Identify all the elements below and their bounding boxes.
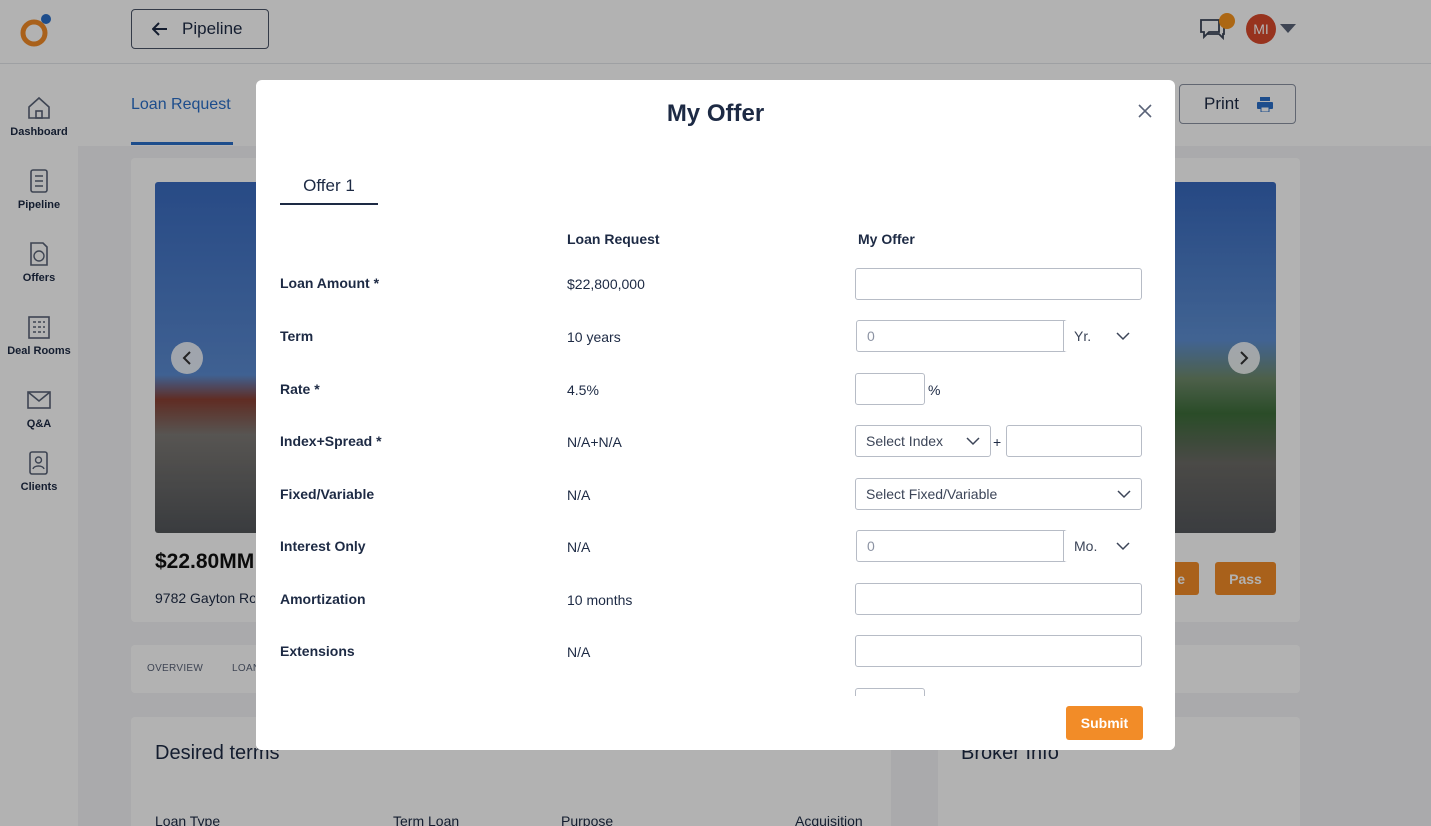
- interest-only-input[interactable]: 0: [867, 538, 875, 554]
- close-icon[interactable]: [1136, 102, 1154, 120]
- form-row-index-spread: Index+Spread * N/A+N/A Select Index +: [256, 425, 1175, 473]
- extensions-input[interactable]: [855, 635, 1142, 667]
- next-field-input[interactable]: [855, 688, 925, 696]
- rate-input[interactable]: [855, 373, 925, 405]
- modal-footer: Submit: [256, 696, 1175, 750]
- chevron-down-icon: [1117, 490, 1131, 499]
- column-header-loan-request: Loan Request: [567, 231, 660, 247]
- column-header-my-offer: My Offer: [858, 231, 915, 247]
- field-label: Term: [280, 328, 314, 344]
- form-row-rate: Rate * 4.5% %: [256, 373, 1175, 421]
- form-row-loan-amount: Loan Amount * $22,800,000: [256, 268, 1175, 315]
- form-row-amortization: Amortization 10 months: [256, 583, 1175, 631]
- field-label: Extensions: [280, 643, 355, 659]
- loan-request-value: N/A: [567, 487, 591, 503]
- offer-form[interactable]: Loan Amount * $22,800,000 Term 10 years …: [256, 260, 1175, 696]
- loan-amount-input[interactable]: [855, 268, 1142, 300]
- plus-sign: +: [993, 434, 1002, 450]
- modal-title: My Offer: [666, 100, 765, 127]
- field-label: Rate *: [280, 381, 320, 397]
- loan-request-value: $22,800,000: [567, 276, 645, 292]
- fixed-variable-select[interactable]: Select Fixed/Variable: [855, 478, 1142, 510]
- field-label: Fixed/Variable: [280, 486, 375, 502]
- loan-request-value: 10 months: [567, 592, 633, 608]
- fixed-variable-value: Select Fixed/Variable: [866, 486, 998, 502]
- my-offer-modal: My Offer Offer 1 Loan Request My Offer L…: [256, 80, 1175, 750]
- term-input-group: 0 Yr.: [856, 320, 1142, 352]
- percent-suffix: %: [928, 382, 941, 398]
- chevron-down-icon: [1116, 542, 1130, 551]
- term-unit-value: Yr.: [1074, 328, 1092, 344]
- loan-request-value: N/A: [567, 644, 591, 660]
- form-row-fixed-variable: Fixed/Variable N/A Select Fixed/Variable: [256, 478, 1175, 526]
- form-row-term: Term 10 years 0 Yr.: [256, 320, 1175, 368]
- loan-request-value: 4.5%: [567, 382, 599, 398]
- interest-only-input-group: 0 Mo.: [856, 530, 1142, 562]
- form-row-interest-only: Interest Only N/A 0 Mo.: [256, 530, 1175, 578]
- form-row-extensions: Extensions N/A: [256, 635, 1175, 683]
- index-select[interactable]: Select Index: [855, 425, 991, 457]
- loan-request-value: N/A+N/A: [567, 434, 622, 450]
- loan-request-value: 10 years: [567, 329, 621, 345]
- tab-offer-1[interactable]: Offer 1: [280, 176, 378, 205]
- field-label: Loan Amount *: [280, 275, 380, 291]
- spread-input[interactable]: [1006, 425, 1142, 457]
- submit-button[interactable]: Submit: [1066, 706, 1143, 740]
- chevron-down-icon: [1116, 332, 1130, 341]
- interest-only-unit-value: Mo.: [1074, 538, 1098, 554]
- amortization-input[interactable]: [855, 583, 1142, 615]
- field-label: Index+Spread *: [280, 433, 382, 449]
- chevron-down-icon: [966, 437, 980, 446]
- loan-request-value: N/A: [567, 539, 591, 555]
- index-select-value: Select Index: [866, 433, 944, 449]
- interest-only-unit-select[interactable]: Mo.: [1064, 530, 1142, 562]
- term-unit-select[interactable]: Yr.: [1064, 320, 1142, 352]
- field-label: Interest Only: [280, 538, 366, 554]
- term-input[interactable]: 0: [867, 328, 875, 344]
- field-label: Amortization: [280, 591, 366, 607]
